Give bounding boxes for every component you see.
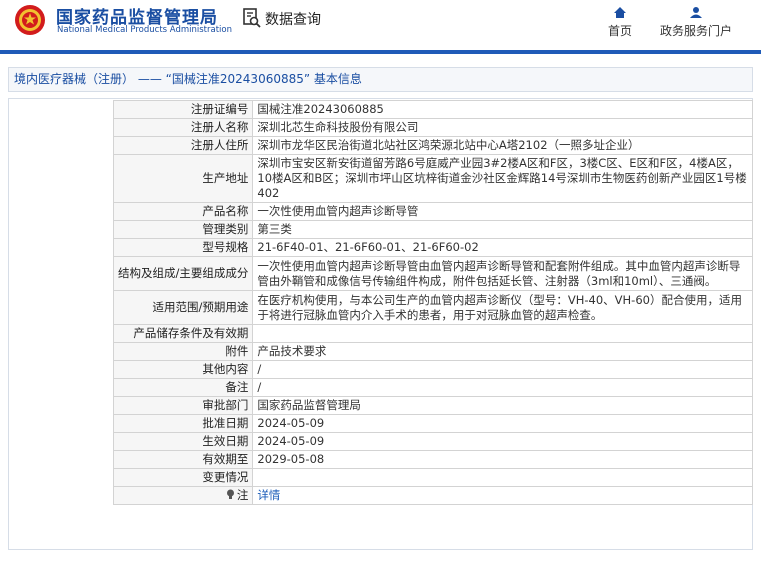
nav-home-label: 首页 (607, 24, 632, 38)
field-label: 产品储存条件及有效期 (112, 324, 254, 343)
field-value: 深圳北芯生命科技股份有限公司 (252, 118, 753, 137)
field-label: 有效期至 (112, 450, 254, 469)
nav-government-portal[interactable]: 政务服务门户 (656, 4, 736, 39)
field-label-note: 注 (112, 486, 254, 505)
table-row: 注册证编号 国械注准20243060885 (112, 100, 753, 119)
lightbulb-icon (226, 489, 234, 499)
field-value: / (252, 378, 753, 397)
field-value: 产品技术要求 (252, 342, 753, 361)
field-label: 注册证编号 (112, 100, 254, 119)
table-row: 注册人住所 深圳市龙华区民治街道北站社区鸿荣源北站中心A塔2102（一照多址企业… (112, 136, 753, 155)
field-label: 变更情况 (112, 468, 254, 487)
breadcrumb-current: “国械注准20243060885” 基本信息 (165, 72, 362, 86)
breadcrumb-separator: —— (137, 72, 162, 86)
field-label: 审批部门 (112, 396, 254, 415)
data-query-title[interactable]: 数据查询 (265, 9, 321, 29)
field-label: 结构及组成/主要组成成分 (112, 256, 254, 291)
table-row: 备注 / (112, 378, 753, 397)
field-value: / (252, 360, 753, 379)
field-value: 2029-05-08 (252, 450, 753, 469)
table-row: 变更情况 (112, 468, 753, 487)
header-divider (0, 50, 761, 54)
field-label: 生产地址 (112, 154, 254, 203)
breadcrumb: 境内医疗器械（注册） —— “国械注准20243060885” 基本信息 (8, 67, 753, 92)
field-value: 第三类 (252, 220, 753, 239)
field-value: 详情 (252, 486, 753, 505)
field-label: 型号规格 (112, 238, 254, 257)
table-row: 生效日期 2024-05-09 (112, 432, 753, 451)
field-label: 注册人住所 (112, 136, 254, 155)
table-row: 型号规格 21-6F40-01、21-6F60-01、21-6F60-02 (112, 238, 753, 257)
field-label: 产品名称 (112, 202, 254, 221)
detail-panel: 注册证编号 国械注准20243060885 注册人名称 深圳北芯生命科技股份有限… (8, 98, 753, 550)
site-header: 国家药品监督管理局 National Medical Products Admi… (0, 0, 761, 50)
field-label: 批准日期 (112, 414, 254, 433)
field-label: 管理类别 (112, 220, 254, 239)
field-value: 一次性使用血管内超声诊断导管 (252, 202, 753, 221)
field-value: 深圳市宝安区新安街道留芳路6号庭威产业园3#2楼A区和F区，3楼C区、E区和F区… (252, 154, 753, 203)
field-label: 备注 (112, 378, 254, 397)
table-row: 批准日期 2024-05-09 (112, 414, 753, 433)
field-label: 生效日期 (112, 432, 254, 451)
table-row: 管理类别 第三类 (112, 220, 753, 239)
user-icon (690, 7, 702, 18)
table-row: 结构及组成/主要组成成分 一次性使用血管内超声诊断导管由血管内超声诊断导管和配套… (112, 256, 753, 291)
data-query-icon (243, 8, 261, 28)
table-row: 产品名称 一次性使用血管内超声诊断导管 (112, 202, 753, 221)
field-value: 国械注准20243060885 (252, 100, 753, 119)
table-row: 产品储存条件及有效期 (112, 324, 753, 343)
breadcrumb-category[interactable]: 境内医疗器械（注册） (14, 72, 134, 86)
field-label: 注册人名称 (112, 118, 254, 137)
table-row: 审批部门 国家药品监督管理局 (112, 396, 753, 415)
field-value: 深圳市龙华区民治街道北站社区鸿荣源北站中心A塔2102（一照多址企业） (252, 136, 753, 155)
field-value: 国家药品监督管理局 (252, 396, 753, 415)
field-value (252, 324, 753, 343)
table-row: 其他内容 / (112, 360, 753, 379)
field-value: 2024-05-09 (252, 432, 753, 451)
field-value: 在医疗机构使用，与本公司生产的血管内超声诊断仪（型号：VH-40、VH-60）配… (252, 290, 753, 325)
table-row: 适用范围/预期用途 在医疗机构使用，与本公司生产的血管内超声诊断仪（型号：VH-… (112, 290, 753, 325)
table-row: 生产地址 深圳市宝安区新安街道留芳路6号庭威产业园3#2楼A区和F区，3楼C区、… (112, 154, 753, 203)
field-label: 其他内容 (112, 360, 254, 379)
field-value: 一次性使用血管内超声诊断导管由血管内超声诊断导管和配套附件组成。其中血管内超声诊… (252, 256, 753, 291)
field-label: 附件 (112, 342, 254, 361)
field-value (252, 468, 753, 487)
field-value: 2024-05-09 (252, 414, 753, 433)
details-link[interactable]: 详情 (257, 488, 280, 502)
field-label: 适用范围/预期用途 (112, 290, 254, 325)
national-emblem-icon (15, 5, 45, 35)
table-row: 附件 产品技术要求 (112, 342, 753, 361)
site-logo-english: National Medical Products Administration (57, 25, 232, 35)
field-value: 21-6F40-01、21-6F60-01、21-6F60-02 (252, 238, 753, 257)
table-row: 有效期至 2029-05-08 (112, 450, 753, 469)
detail-table: 注册证编号 国械注准20243060885 注册人名称 深圳北芯生命科技股份有限… (112, 100, 753, 505)
note-label: 注 (236, 488, 249, 502)
table-row: 注 详情 (112, 486, 753, 505)
table-row: 注册人名称 深圳北芯生命科技股份有限公司 (112, 118, 753, 137)
home-icon (614, 7, 626, 18)
nav-home[interactable]: 首页 (605, 4, 635, 39)
nav-government-portal-label: 政务服务门户 (659, 24, 732, 38)
